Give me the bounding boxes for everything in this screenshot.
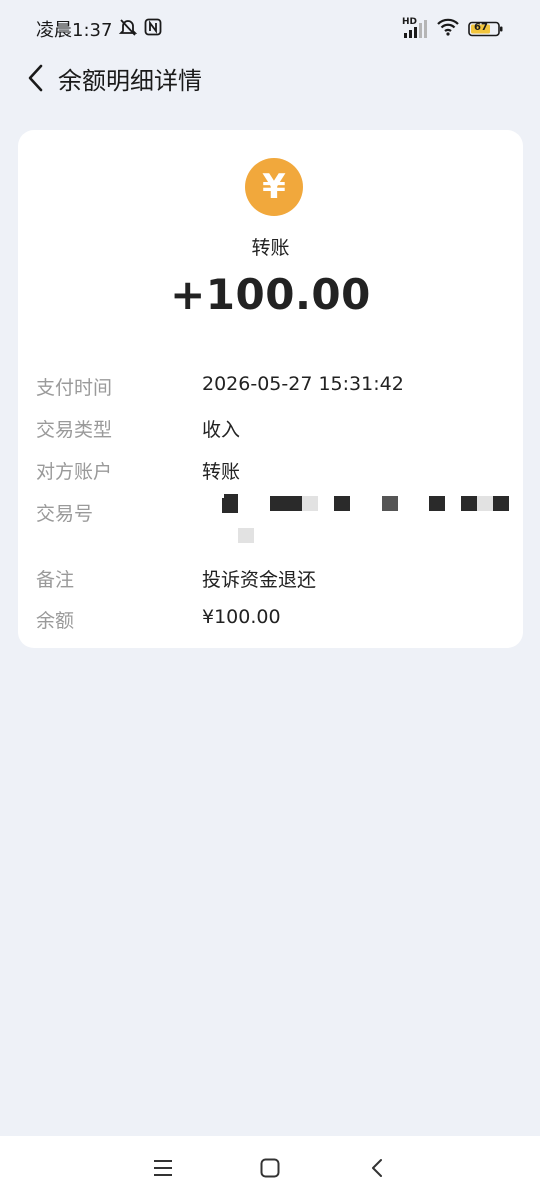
chevron-left-icon — [371, 1159, 382, 1177]
home-square-icon — [260, 1158, 280, 1178]
transaction-card: ¥ 转账 +100.00 支付时间 2026-05-27 15:31:42 交易… — [18, 130, 523, 648]
row-value: 2026-05-27 15:31:42 — [202, 373, 404, 395]
signal-icon: HD — [402, 17, 428, 39]
status-bar: 凌晨1:37 HD 67 — [0, 0, 540, 58]
currency-symbol: ¥ — [262, 167, 286, 207]
wifi-icon — [436, 17, 460, 41]
back-button[interactable] — [12, 58, 60, 98]
detail-row-type: 交易类型 收入 — [36, 415, 506, 442]
battery-level: 67 — [474, 22, 488, 33]
menu-icon — [154, 1160, 173, 1176]
row-label: 余额 — [36, 610, 75, 632]
status-time: 凌晨1:37 — [36, 20, 113, 41]
nfc-icon — [144, 18, 162, 41]
row-label: 交易号 — [36, 503, 94, 525]
yuan-icon: ¥ — [245, 158, 303, 216]
row-label: 备注 — [36, 569, 75, 591]
row-label: 对方账户 — [36, 461, 113, 483]
transaction-amount: +100.00 — [170, 270, 371, 319]
detail-row-pay-time: 支付时间 2026-05-27 15:31:42 — [36, 373, 506, 400]
chevron-left-icon — [28, 64, 43, 92]
row-label: 支付时间 — [36, 377, 113, 399]
status-left: 凌晨1:37 — [36, 16, 162, 42]
header: 余额明细详情 — [0, 58, 540, 98]
nav-back-button[interactable] — [357, 1148, 397, 1188]
page-title: 余额明细详情 — [58, 66, 202, 95]
battery-icon: 67 — [468, 21, 504, 37]
system-nav-bar — [0, 1136, 540, 1200]
home-button[interactable] — [250, 1148, 290, 1188]
detail-row-remark: 备注 投诉资金退还 — [36, 565, 506, 592]
detail-row-balance: 余额 ¥100.00 — [36, 606, 506, 633]
status-right: HD 67 — [402, 17, 504, 41]
menu-button[interactable] — [143, 1148, 183, 1188]
row-value: 投诉资金退还 — [202, 569, 317, 591]
redacted-transaction-id — [204, 480, 524, 550]
transaction-type-label: 转账 — [251, 237, 290, 259]
row-value: ¥100.00 — [202, 606, 281, 628]
row-label: 交易类型 — [36, 419, 113, 441]
bell-off-icon — [118, 17, 138, 42]
row-value: 收入 — [202, 419, 241, 441]
